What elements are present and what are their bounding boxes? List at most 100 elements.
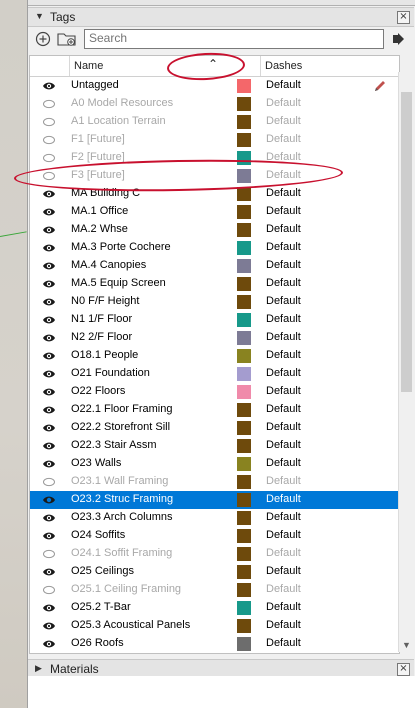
color-swatch[interactable] xyxy=(237,187,251,201)
color-swatch[interactable] xyxy=(237,349,251,363)
color-swatch[interactable] xyxy=(237,205,251,219)
eye-icon[interactable] xyxy=(42,188,56,200)
table-row[interactable]: Untagged Default xyxy=(30,77,399,95)
eye-icon[interactable] xyxy=(42,602,56,614)
eye-icon[interactable] xyxy=(42,314,56,326)
dashes-value[interactable]: Default xyxy=(266,79,301,91)
color-swatch[interactable] xyxy=(237,313,251,327)
color-swatch[interactable] xyxy=(237,115,251,129)
dashes-value[interactable]: Default xyxy=(266,349,301,361)
table-row[interactable]: F1 [Future] Default xyxy=(30,131,399,149)
eye-icon[interactable] xyxy=(42,260,56,272)
active-tag-pencil-icon[interactable] xyxy=(373,79,387,93)
eye-icon[interactable] xyxy=(42,206,56,218)
table-row[interactable]: N2 2/F Floor Default xyxy=(30,329,399,347)
dashes-value[interactable]: Default xyxy=(266,313,301,325)
expand-triangle-icon[interactable]: ▼ xyxy=(35,11,44,21)
color-swatch[interactable] xyxy=(237,565,251,579)
dashes-value[interactable]: Default xyxy=(266,295,301,307)
color-swatch[interactable] xyxy=(237,583,251,597)
dashes-value[interactable]: Default xyxy=(266,511,301,523)
eye-icon[interactable] xyxy=(42,278,56,290)
table-row[interactable]: F2 [Future] Default xyxy=(30,149,399,167)
eye-icon[interactable] xyxy=(42,224,56,236)
color-swatch[interactable] xyxy=(237,385,251,399)
table-row[interactable]: MA.2 Whse Default xyxy=(30,221,399,239)
eye-icon[interactable] xyxy=(42,458,56,470)
eye-icon[interactable] xyxy=(42,494,56,506)
color-swatch[interactable] xyxy=(237,169,251,183)
dashes-value[interactable]: Default xyxy=(266,259,301,271)
dashes-value[interactable]: Default xyxy=(266,367,301,379)
dashes-value[interactable]: Default xyxy=(266,169,301,181)
eye-icon[interactable] xyxy=(42,620,56,632)
color-swatch[interactable] xyxy=(237,601,251,615)
color-swatch[interactable] xyxy=(237,133,251,147)
dashes-value[interactable]: Default xyxy=(266,493,301,505)
table-row[interactable]: A0 Model Resources Default xyxy=(30,95,399,113)
table-row[interactable]: O22.3 Stair Assm Default xyxy=(30,437,399,455)
add-tag-icon[interactable] xyxy=(34,30,52,48)
table-row[interactable]: O24 Soffits Default xyxy=(30,527,399,545)
dashes-value[interactable]: Default xyxy=(266,277,301,289)
table-row[interactable]: O22 Floors Default xyxy=(30,383,399,401)
color-swatch[interactable] xyxy=(237,457,251,471)
eye-icon[interactable] xyxy=(42,80,56,92)
color-swatch[interactable] xyxy=(237,619,251,633)
dashes-value[interactable]: Default xyxy=(266,547,301,559)
table-row[interactable]: MA.4 Canopies Default xyxy=(30,257,399,275)
dashes-value[interactable]: Default xyxy=(266,187,301,199)
scroll-down-icon[interactable]: ▼ xyxy=(402,640,411,650)
table-row[interactable]: O23.2 Struc Framing Default xyxy=(30,491,399,509)
table-row[interactable]: F3 [Future] Default xyxy=(30,167,399,185)
table-row[interactable]: O21 Foundation Default xyxy=(30,365,399,383)
dashes-value[interactable]: Default xyxy=(266,583,301,595)
color-swatch[interactable] xyxy=(237,475,251,489)
dashes-value[interactable]: Default xyxy=(266,457,301,469)
column-header-dashes[interactable]: Dashes xyxy=(265,60,302,72)
table-row[interactable]: MA.1 Office Default xyxy=(30,203,399,221)
color-swatch[interactable] xyxy=(237,331,251,345)
dashes-value[interactable]: Default xyxy=(266,385,301,397)
eye-icon[interactable] xyxy=(42,638,56,650)
dashes-value[interactable]: Default xyxy=(266,115,301,127)
eye-icon[interactable] xyxy=(42,296,56,308)
color-swatch[interactable] xyxy=(237,493,251,507)
dashes-value[interactable]: Default xyxy=(266,619,301,631)
color-swatch[interactable] xyxy=(237,79,251,93)
table-row[interactable]: MA Building C Default xyxy=(30,185,399,203)
dashes-value[interactable]: Default xyxy=(266,241,301,253)
search-input[interactable] xyxy=(85,30,379,46)
dashes-value[interactable]: Default xyxy=(266,475,301,487)
color-swatch[interactable] xyxy=(237,151,251,165)
eye-icon[interactable] xyxy=(42,368,56,380)
table-row[interactable]: MA.3 Porte Cochere Default xyxy=(30,239,399,257)
color-swatch[interactable] xyxy=(237,421,251,435)
eye-hidden-icon[interactable] xyxy=(42,584,56,596)
eye-hidden-icon[interactable] xyxy=(42,548,56,560)
eye-icon[interactable] xyxy=(42,332,56,344)
table-row[interactable]: N1 1/F Floor Default xyxy=(30,311,399,329)
table-row[interactable]: O26 Roofs Default xyxy=(30,635,399,653)
color-swatch[interactable] xyxy=(237,529,251,543)
vertical-scrollbar[interactable]: ▼ xyxy=(398,72,415,652)
add-tag-folder-icon[interactable] xyxy=(56,30,78,48)
table-row[interactable]: O22.1 Floor Framing Default xyxy=(30,401,399,419)
color-swatch[interactable] xyxy=(237,403,251,417)
dashes-value[interactable]: Default xyxy=(266,565,301,577)
color-swatch[interactable] xyxy=(237,511,251,525)
eye-hidden-icon[interactable] xyxy=(42,170,56,182)
eye-hidden-icon[interactable] xyxy=(42,476,56,488)
dashes-value[interactable]: Default xyxy=(266,637,301,649)
table-row[interactable]: O24.1 Soffit Framing Default xyxy=(30,545,399,563)
dashes-value[interactable]: Default xyxy=(266,601,301,613)
color-swatch[interactable] xyxy=(237,367,251,381)
color-swatch[interactable] xyxy=(237,259,251,273)
close-icon[interactable]: × xyxy=(397,663,410,676)
tags-panel-header[interactable]: ▼ Tags × xyxy=(28,7,414,27)
dashes-value[interactable]: Default xyxy=(266,331,301,343)
eye-hidden-icon[interactable] xyxy=(42,134,56,146)
details-arrow-icon[interactable] xyxy=(392,30,406,48)
dashes-value[interactable]: Default xyxy=(266,403,301,415)
collapse-triangle-icon[interactable]: ▶ xyxy=(35,663,42,674)
